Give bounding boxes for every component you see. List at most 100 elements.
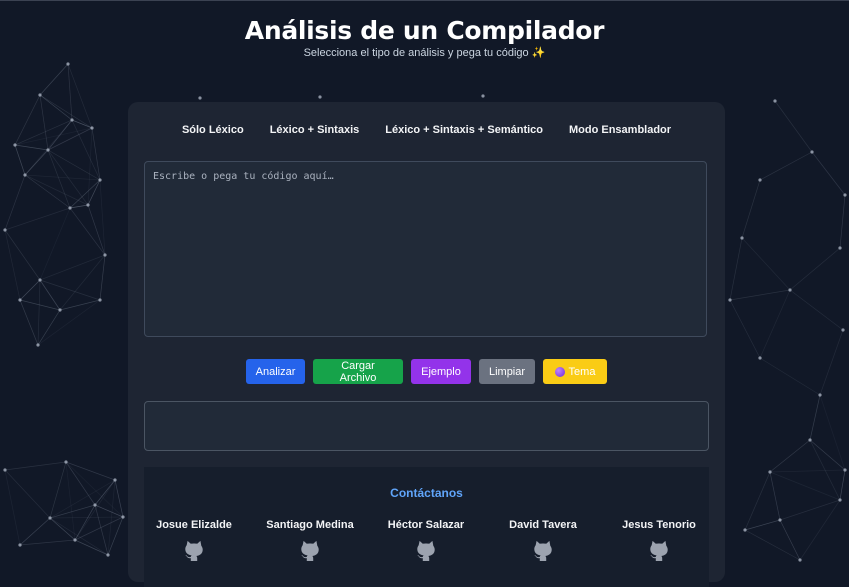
network-line	[769, 471, 781, 521]
cargar-archivo-button[interactable]: Cargar Archivo	[313, 359, 403, 384]
network-node	[758, 356, 762, 360]
network-line	[39, 254, 106, 281]
network-line	[744, 471, 771, 531]
network-line	[819, 329, 844, 396]
network-line	[759, 289, 791, 359]
network-line	[4, 207, 71, 231]
network-line	[759, 357, 821, 396]
network-node	[93, 503, 97, 507]
network-line	[39, 63, 69, 96]
network-node	[18, 543, 22, 547]
network-line	[99, 179, 106, 256]
github-icon[interactable]	[415, 539, 437, 561]
network-line	[759, 151, 813, 181]
network-line	[87, 127, 93, 206]
network-node	[38, 278, 42, 282]
network-node	[103, 253, 107, 257]
tema-button[interactable]: Tema	[543, 359, 607, 384]
network-line	[94, 504, 109, 556]
contact-section: Contáctanos Josue Elizalde Santiago Medi…	[144, 467, 709, 587]
network-line	[19, 517, 51, 546]
network-node	[740, 236, 744, 240]
network-line	[24, 174, 89, 206]
network-line	[4, 469, 21, 546]
network-node	[198, 96, 202, 100]
network-line	[729, 237, 743, 301]
network-line	[741, 237, 791, 291]
network-node	[73, 538, 77, 542]
network-line	[59, 254, 106, 311]
network-line	[39, 94, 73, 121]
network-node	[13, 143, 17, 147]
network-line	[107, 516, 124, 556]
network-line	[809, 394, 821, 441]
network-line	[24, 149, 49, 176]
analizar-label: Analizar	[255, 365, 296, 378]
main-card: Sólo Léxico Léxico + Sintaxis Léxico + S…	[128, 102, 725, 587]
member-card: Jesus Tenorio	[604, 519, 714, 561]
github-icon[interactable]	[299, 539, 321, 561]
network-line	[769, 439, 811, 473]
github-icon[interactable]	[183, 539, 205, 561]
network-line	[39, 207, 71, 281]
page-header: Análisis de un Compilador Selecciona el …	[0, 14, 849, 59]
network-node	[46, 148, 50, 152]
network-node	[86, 203, 90, 207]
network-line	[69, 207, 106, 256]
contact-title: Contáctanos	[390, 486, 463, 500]
network-line	[94, 504, 124, 518]
github-icon[interactable]	[648, 539, 670, 561]
network-node	[98, 298, 102, 302]
network-line	[14, 94, 41, 146]
network-node	[58, 308, 62, 312]
network-line	[14, 119, 73, 146]
network-node	[810, 150, 814, 154]
tab-lexico-sintaxis-semantico[interactable]: Léxico + Sintaxis + Semántico	[385, 124, 543, 136]
tab-solo-lexico[interactable]: Sólo Léxico	[182, 124, 244, 136]
network-line	[47, 127, 93, 151]
member-card: Santiago Medina	[255, 519, 365, 561]
network-line	[49, 461, 67, 519]
tab-lexico-sintaxis[interactable]: Léxico + Sintaxis	[270, 124, 360, 136]
network-node	[758, 178, 762, 182]
network-line	[74, 539, 109, 556]
network-line	[779, 499, 841, 521]
network-node	[18, 298, 22, 302]
github-icon[interactable]	[532, 539, 554, 561]
network-node	[48, 516, 52, 520]
network-node	[38, 93, 42, 97]
network-node	[318, 95, 322, 99]
action-buttons: Analizar Cargar Archivo Ejemplo Limpiar …	[128, 359, 725, 384]
network-line	[19, 279, 41, 301]
network-node	[68, 206, 72, 210]
network-line	[779, 519, 801, 561]
network-line	[47, 149, 101, 181]
network-line	[839, 194, 846, 249]
network-line	[59, 299, 101, 311]
network-node	[70, 118, 74, 122]
network-node	[66, 62, 70, 66]
ejemplo-button[interactable]: Ejemplo	[411, 359, 471, 384]
ejemplo-label: Ejemplo	[421, 365, 461, 378]
analizar-button[interactable]: Analizar	[246, 359, 305, 384]
network-line	[74, 479, 116, 541]
network-line	[65, 461, 116, 481]
network-line	[4, 174, 26, 231]
code-editor[interactable]	[144, 161, 707, 337]
tab-modo-ensamblador[interactable]: Modo Ensamblador	[569, 124, 671, 136]
tema-label: Tema	[568, 365, 596, 378]
network-line	[799, 499, 841, 561]
member-card: David Tavera	[488, 519, 598, 561]
network-line	[14, 144, 26, 176]
network-node	[481, 94, 485, 98]
member-name: Héctor Salazar	[387, 519, 465, 531]
network-line	[49, 517, 109, 556]
network-node	[798, 558, 802, 562]
network-node	[90, 126, 94, 130]
network-node	[64, 460, 68, 464]
network-node	[3, 468, 7, 472]
limpiar-button[interactable]: Limpiar	[479, 359, 535, 384]
network-line	[811, 151, 846, 196]
member-card: Josue Elizalde	[139, 519, 249, 561]
network-node	[818, 393, 822, 397]
